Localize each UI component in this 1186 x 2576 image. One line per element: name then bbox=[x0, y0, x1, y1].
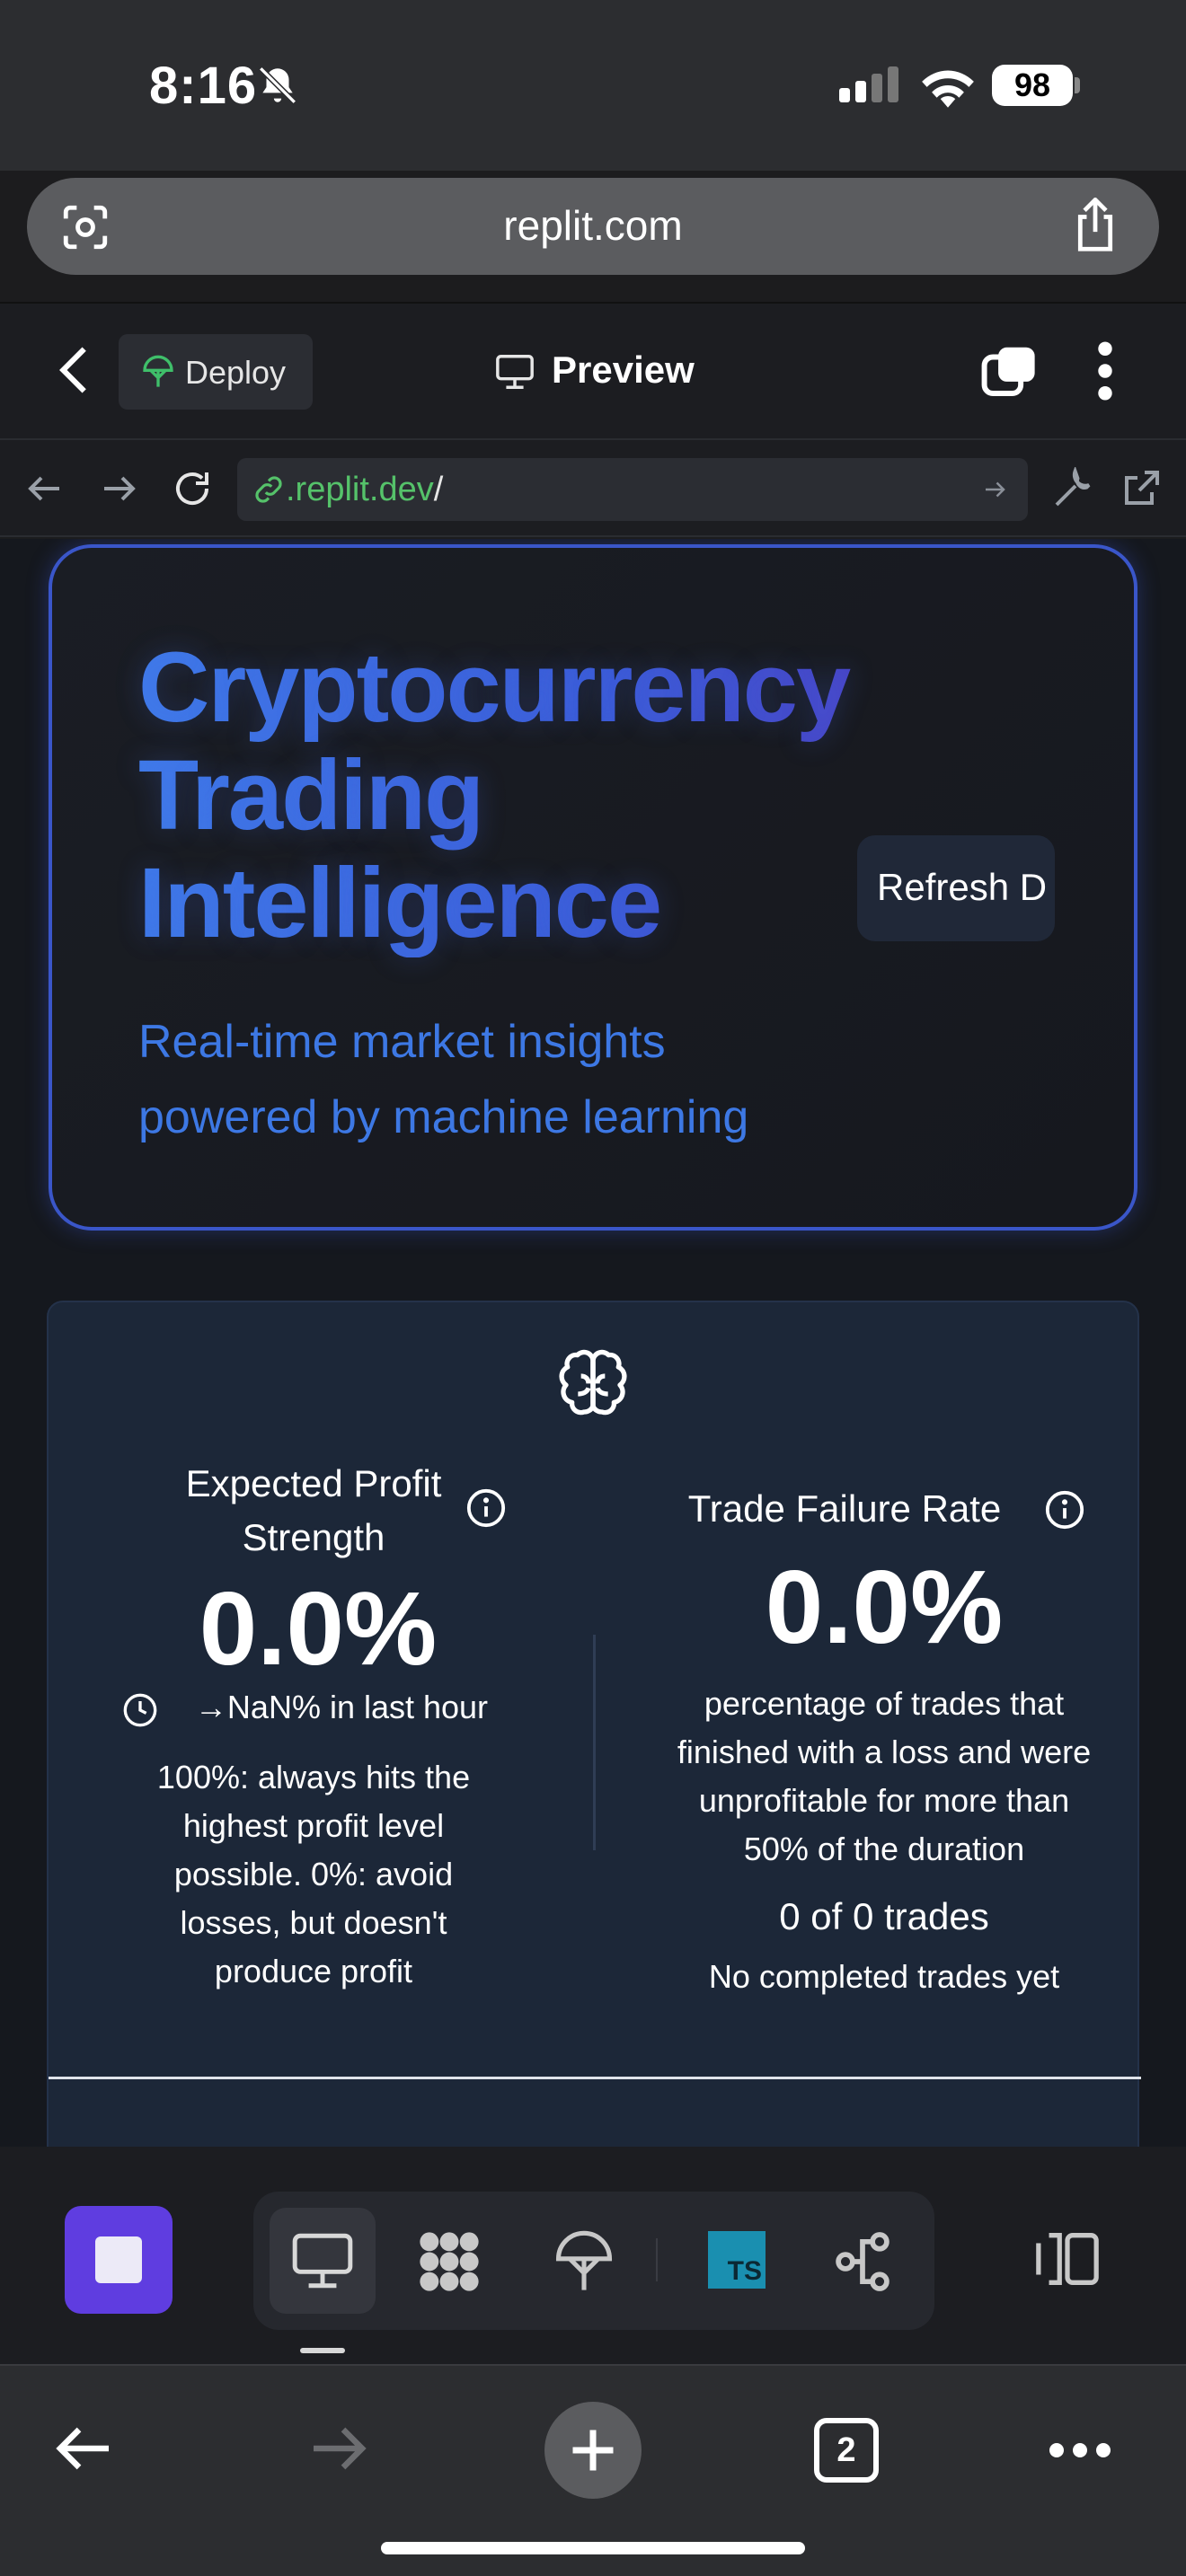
active-tool-indicator bbox=[300, 2348, 345, 2353]
arrow-left-icon[interactable] bbox=[52, 2416, 117, 2481]
arrow-left-icon[interactable] bbox=[23, 467, 66, 510]
card-divider bbox=[49, 2077, 1141, 2079]
trade-failure-title: Trade Failure Rate bbox=[687, 1487, 1002, 1530]
deploy-button[interactable]: Deploy bbox=[119, 334, 313, 410]
stop-button[interactable] bbox=[65, 2206, 173, 2314]
packages-icon[interactable] bbox=[415, 2228, 483, 2296]
hero-panel: Cryptocurrency Trading Intelligence Real… bbox=[49, 544, 1137, 1231]
address-path: / bbox=[433, 471, 444, 508]
clock-time: 8:16 bbox=[149, 57, 258, 115]
battery-level: 98 bbox=[992, 65, 1073, 106]
deploy-icon bbox=[143, 355, 173, 387]
brain-icon bbox=[559, 1349, 627, 1416]
tool-separator bbox=[656, 2238, 658, 2281]
status-bar: 8:16 98 bbox=[0, 0, 1186, 171]
arrow-right-icon[interactable] bbox=[305, 2416, 370, 2481]
page-title: Cryptocurrency Trading Intelligence bbox=[138, 634, 911, 957]
webview-address-field[interactable]: .replit.dev/ bbox=[237, 458, 1028, 521]
page-subtitle: Real-time market insights powered by mac… bbox=[138, 1004, 911, 1155]
expected-profit-title-line-2: Strength bbox=[242, 1516, 385, 1558]
webview-toolbar: .replit.dev/ bbox=[0, 438, 1186, 537]
home-indicator bbox=[381, 2542, 805, 2554]
monitor-icon bbox=[496, 355, 534, 389]
metrics-card: Expected Profit Strength 0.0% →NaN% in l… bbox=[47, 1301, 1141, 2147]
expected-profit-description: 100%: always hits the highest profit lev… bbox=[156, 1759, 471, 1989]
trade-failure-description: percentage of trades that finished with … bbox=[677, 1685, 1092, 1867]
expected-profit-title: Expected Profit Strength bbox=[102, 1457, 525, 1565]
share-icon[interactable] bbox=[1069, 198, 1121, 253]
signal-icon bbox=[839, 66, 904, 102]
bell-slash-icon bbox=[259, 66, 296, 104]
title-line-2: Trading bbox=[138, 740, 484, 851]
webview-address-text[interactable]: .replit.dev/ bbox=[286, 471, 443, 509]
external-link-icon[interactable] bbox=[1120, 467, 1163, 510]
deploy-tool-icon[interactable] bbox=[550, 2228, 618, 2296]
tab-count-button[interactable]: 2 bbox=[814, 2418, 879, 2483]
replit-dock: TS bbox=[0, 2147, 1186, 2364]
tool-group: TS bbox=[253, 2192, 934, 2330]
expected-profit-title-line-1: Expected Profit bbox=[185, 1462, 442, 1504]
subtitle-line-2: powered by machine learning bbox=[138, 1091, 749, 1143]
expected-profit-trend: →NaN% in last hour bbox=[102, 1689, 534, 1726]
title-line-1: Cryptocurrency bbox=[138, 632, 851, 743]
trend-text: →NaN% in last hour bbox=[194, 1689, 489, 1725]
link-icon bbox=[255, 476, 282, 503]
expected-profit-value: 0.0% bbox=[199, 1570, 438, 1687]
preview-title: Preview bbox=[552, 348, 695, 391]
preview-tool-button[interactable] bbox=[270, 2208, 376, 2314]
arrow-right-icon[interactable] bbox=[97, 467, 140, 510]
back-chevron-icon[interactable] bbox=[56, 345, 92, 395]
stop-icon bbox=[95, 2236, 142, 2283]
address-domain: .replit.dev bbox=[286, 471, 434, 508]
new-tab-button[interactable] bbox=[544, 2402, 642, 2499]
layout-icon[interactable] bbox=[1033, 2229, 1102, 2289]
more-horizontal-icon[interactable] bbox=[1048, 2441, 1112, 2459]
browser-url-bar[interactable]: replit.com bbox=[27, 178, 1159, 275]
battery-tip bbox=[1075, 77, 1080, 93]
info-icon[interactable] bbox=[465, 1487, 507, 1529]
typescript-icon[interactable]: TS bbox=[708, 2231, 766, 2289]
trade-count: 0 of 0 trades bbox=[779, 1895, 989, 1937]
wrench-icon[interactable] bbox=[1051, 467, 1094, 510]
subtitle-line-1: Real-time market insights bbox=[138, 1016, 666, 1068]
refresh-label: Refresh D bbox=[877, 866, 1048, 908]
replit-header: Deploy Preview bbox=[0, 302, 1186, 438]
wifi-icon bbox=[922, 70, 974, 108]
monitor-icon bbox=[292, 2233, 353, 2289]
app-preview: Cryptocurrency Trading Intelligence Real… bbox=[0, 539, 1186, 2147]
refresh-data-button[interactable]: Refresh D bbox=[857, 835, 1055, 941]
title-line-3: Intelligence bbox=[138, 848, 662, 958]
plus-icon bbox=[572, 2430, 614, 2471]
info-icon[interactable] bbox=[1044, 1489, 1085, 1531]
browser-url-text[interactable]: replit.com bbox=[27, 201, 1159, 250]
more-vertical-icon[interactable] bbox=[1094, 341, 1116, 401]
tabs-icon[interactable] bbox=[981, 345, 1037, 397]
deploy-label: Deploy bbox=[185, 354, 287, 391]
column-divider bbox=[593, 1635, 596, 1850]
go-arrow-icon[interactable] bbox=[981, 476, 1008, 503]
reload-icon[interactable] bbox=[171, 467, 214, 510]
trade-failure-value: 0.0% bbox=[765, 1548, 1004, 1665]
git-icon[interactable] bbox=[828, 2228, 897, 2296]
no-trades-note: No completed trades yet bbox=[708, 1958, 1060, 1995]
browser-bottom-bar: 2 bbox=[0, 2364, 1186, 2576]
